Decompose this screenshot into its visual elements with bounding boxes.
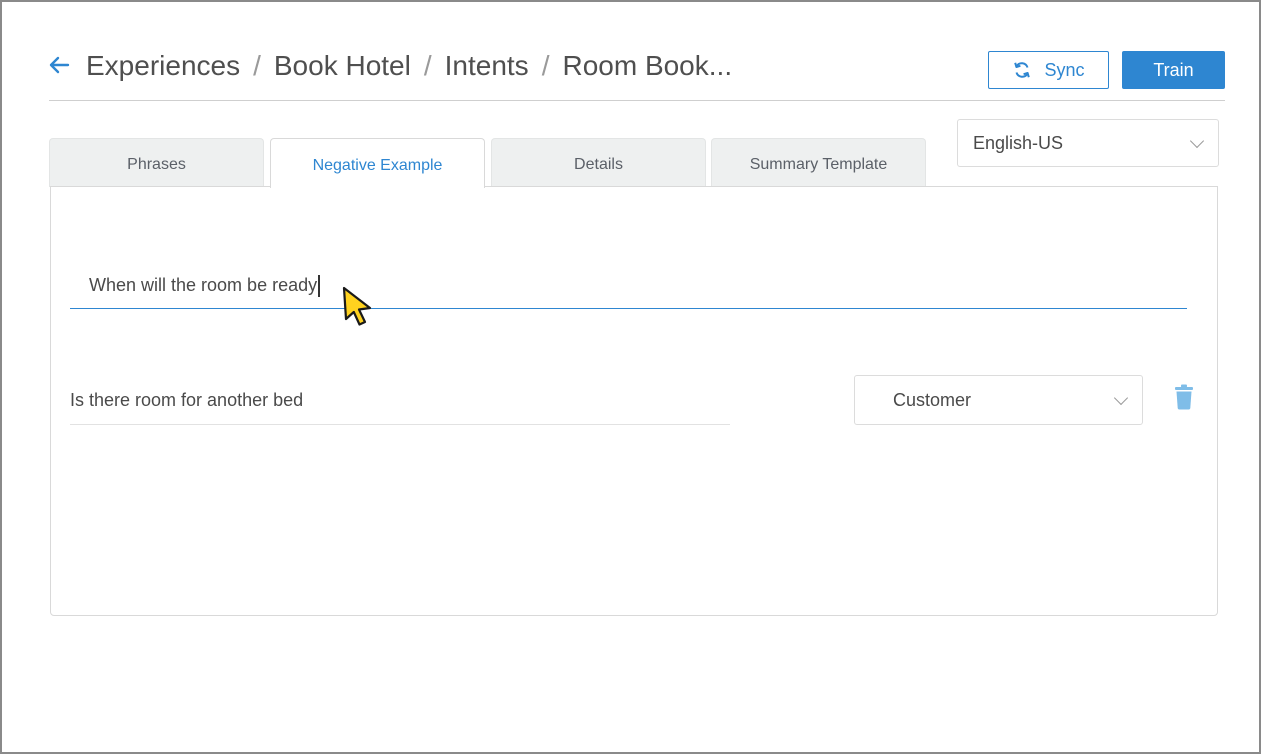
sync-button[interactable]: Sync	[988, 51, 1109, 89]
arrow-left-icon[interactable]	[46, 52, 72, 78]
breadcrumb-book-hotel[interactable]: Book Hotel	[274, 50, 411, 82]
negative-example-item-text: Is there room for another bed	[70, 390, 304, 410]
breadcrumb: Experiences / Book Hotel / Intents / Roo…	[86, 46, 732, 86]
train-button[interactable]: Train	[1122, 51, 1225, 89]
header-divider	[49, 100, 1225, 101]
tab-negative-example[interactable]: Negative Example	[270, 138, 485, 188]
text-caret	[318, 274, 320, 297]
tab-label: Phrases	[127, 156, 186, 173]
breadcrumb-current-intent: Room Book...	[562, 50, 733, 81]
app-window: Experiences / Book Hotel / Intents / Roo…	[0, 0, 1261, 754]
breadcrumb-intents[interactable]: Intents	[445, 50, 529, 82]
breadcrumb-separator: /	[423, 50, 432, 81]
refresh-icon	[1014, 62, 1031, 78]
role-select[interactable]: Customer	[854, 375, 1143, 425]
role-value: Customer	[893, 389, 972, 410]
new-negative-example-input[interactable]: When will the room be ready	[70, 263, 1187, 309]
chevron-down-icon	[1113, 390, 1129, 406]
tab-label: Summary Template	[749, 156, 888, 173]
sync-label: Sync	[1044, 59, 1085, 80]
breadcrumb-separator: /	[253, 50, 261, 81]
tab-label: Details	[574, 156, 623, 173]
tab-summary-template[interactable]: Summary Template	[711, 138, 926, 187]
chevron-down-icon	[1189, 133, 1205, 149]
tab-phrases[interactable]: Phrases	[49, 138, 264, 187]
negative-example-panel: When will the room be ready Is there roo…	[50, 186, 1218, 616]
train-label: Train	[1153, 59, 1194, 80]
new-negative-example-value: When will the room be ready	[89, 275, 318, 295]
language-select[interactable]: English-US	[957, 119, 1219, 167]
breadcrumb-separator: /	[541, 50, 550, 81]
tab-label: Negative Example	[312, 156, 443, 174]
tab-details[interactable]: Details	[491, 138, 706, 187]
negative-example-item-input[interactable]: Is there room for another bed	[70, 377, 730, 425]
trash-icon[interactable]	[1174, 384, 1194, 410]
breadcrumb-experiences[interactable]: Experiences	[86, 50, 240, 82]
language-value: English-US	[973, 132, 1064, 153]
